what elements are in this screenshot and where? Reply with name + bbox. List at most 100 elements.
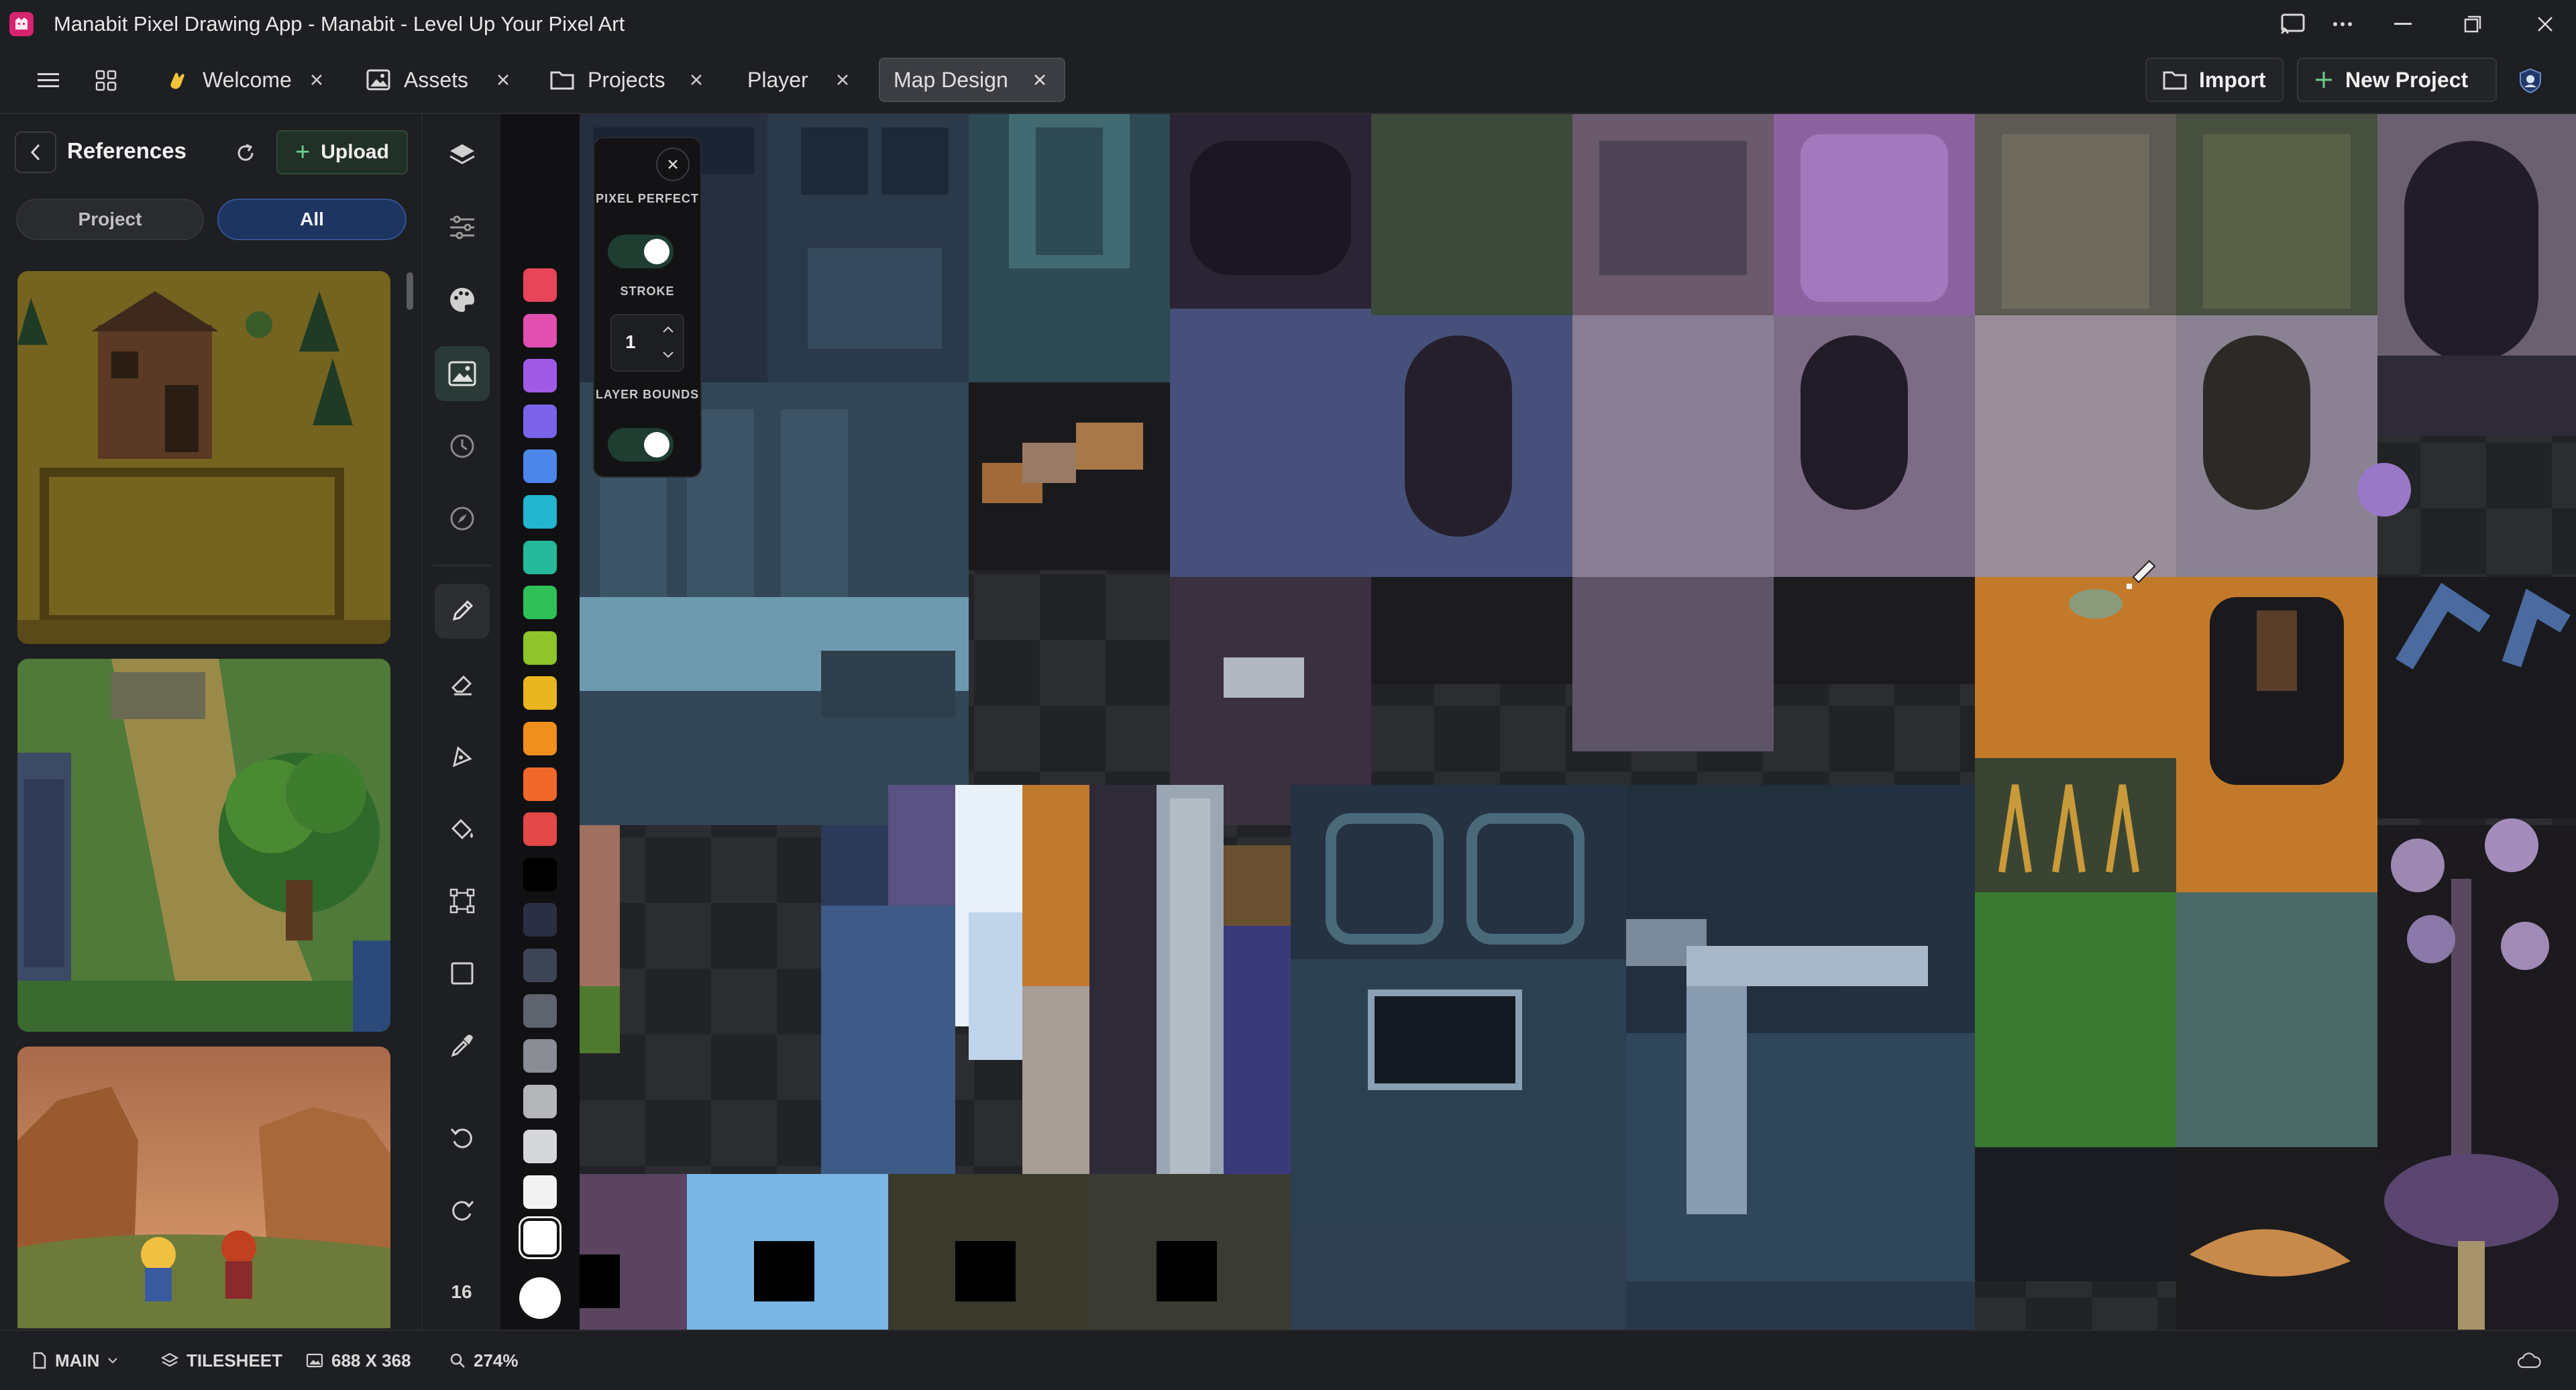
color-palette bbox=[500, 114, 580, 1330]
color-swatch[interactable] bbox=[523, 359, 557, 392]
close-icon[interactable] bbox=[686, 69, 707, 91]
color-swatch[interactable] bbox=[523, 495, 557, 529]
compass-icon[interactable] bbox=[435, 491, 490, 546]
tab-player[interactable]: Player bbox=[734, 58, 867, 102]
tab-assets[interactable]: Assets bbox=[352, 58, 527, 102]
close-icon[interactable] bbox=[306, 69, 327, 91]
close-icon[interactable] bbox=[2525, 8, 2565, 40]
restore-icon[interactable] bbox=[2453, 8, 2493, 40]
folder-icon bbox=[549, 66, 576, 93]
color-swatch[interactable] bbox=[523, 949, 557, 982]
wave-icon bbox=[164, 66, 191, 93]
adjustments-icon[interactable] bbox=[435, 200, 490, 255]
plus-icon: + bbox=[295, 138, 311, 166]
reference-image-canyon[interactable] bbox=[17, 1047, 390, 1328]
zoom-indicator[interactable]: 274% bbox=[449, 1346, 519, 1375]
tab-bar: Welcome Assets Projects Player Map Desig… bbox=[0, 48, 2576, 114]
color-swatch[interactable] bbox=[523, 1085, 557, 1118]
image-icon bbox=[365, 66, 392, 93]
layers-icon bbox=[161, 1352, 178, 1369]
pixel-perfect-toggle[interactable] bbox=[608, 235, 674, 268]
transform-icon[interactable] bbox=[435, 873, 490, 928]
redo-icon[interactable] bbox=[435, 1183, 490, 1238]
close-icon[interactable] bbox=[1029, 69, 1051, 91]
color-swatch[interactable] bbox=[523, 314, 557, 348]
color-swatch[interactable] bbox=[523, 268, 557, 302]
tab-welcome[interactable]: Welcome bbox=[150, 58, 341, 102]
close-icon[interactable] bbox=[492, 69, 514, 91]
layer-bounds-label: LAYER BOUNDS bbox=[595, 388, 700, 401]
layer-bounds-toggle[interactable] bbox=[608, 428, 674, 462]
fill-bucket-icon[interactable] bbox=[435, 801, 490, 856]
color-swatch[interactable] bbox=[523, 994, 557, 1028]
pencil-icon[interactable] bbox=[435, 584, 490, 639]
color-swatch[interactable] bbox=[523, 676, 557, 710]
color-swatch[interactable] bbox=[523, 903, 557, 937]
scrollbar[interactable] bbox=[407, 272, 413, 310]
color-swatch[interactable] bbox=[523, 1175, 557, 1209]
color-swatch[interactable] bbox=[523, 1130, 557, 1163]
tab-label: Map Design bbox=[894, 67, 1008, 92]
pen-tool-icon[interactable] bbox=[435, 729, 490, 784]
toggle-knob bbox=[644, 432, 669, 458]
import-button[interactable]: Import bbox=[2145, 58, 2284, 102]
color-swatch[interactable] bbox=[523, 541, 557, 574]
close-icon[interactable] bbox=[832, 69, 853, 91]
undo-icon[interactable] bbox=[435, 1111, 490, 1166]
color-swatch[interactable] bbox=[523, 858, 557, 892]
file-icon bbox=[32, 1352, 47, 1369]
new-project-button[interactable]: New Project bbox=[2297, 58, 2497, 102]
refresh-icon[interactable] bbox=[227, 134, 264, 172]
toggle-knob bbox=[644, 239, 669, 264]
palette-icon[interactable] bbox=[435, 272, 490, 327]
cloud-icon[interactable] bbox=[2517, 1346, 2541, 1375]
tab-label: Player bbox=[747, 67, 808, 92]
menu-icon[interactable] bbox=[27, 59, 70, 102]
upload-button[interactable]: + Upload bbox=[276, 130, 408, 174]
reference-image-forest-path[interactable] bbox=[17, 659, 390, 1032]
cast-icon[interactable] bbox=[2273, 8, 2313, 40]
color-swatch[interactable] bbox=[523, 767, 557, 801]
back-button[interactable] bbox=[15, 131, 56, 173]
manabit-logo-icon bbox=[9, 12, 34, 36]
tab-label: Welcome bbox=[203, 67, 292, 92]
history-icon[interactable] bbox=[435, 419, 490, 474]
rectangle-icon[interactable] bbox=[435, 946, 490, 1001]
color-swatch[interactable] bbox=[523, 449, 557, 483]
color-swatch[interactable] bbox=[523, 812, 557, 846]
user-avatar[interactable] bbox=[2509, 59, 2552, 102]
layers-icon[interactable] bbox=[435, 127, 490, 182]
eraser-icon[interactable] bbox=[435, 656, 490, 711]
color-swatch[interactable] bbox=[523, 1221, 557, 1254]
tab-map-design[interactable]: Map Design bbox=[879, 58, 1065, 102]
color-swatch[interactable] bbox=[523, 722, 557, 755]
color-swatch[interactable] bbox=[523, 586, 557, 619]
tilesheet-canvas[interactable] bbox=[580, 114, 2576, 1330]
minimize-icon[interactable] bbox=[2383, 8, 2423, 40]
import-label: Import bbox=[2199, 67, 2266, 92]
close-icon[interactable] bbox=[656, 148, 690, 181]
color-swatch[interactable] bbox=[523, 1039, 557, 1073]
filter-all-button[interactable]: All bbox=[217, 199, 407, 240]
tool-sidebar: 16 bbox=[423, 114, 502, 1330]
layer-selector[interactable]: MAIN bbox=[32, 1346, 118, 1375]
image-reference-icon[interactable] bbox=[435, 346, 490, 401]
color-swatch[interactable] bbox=[523, 405, 557, 438]
reference-image-village[interactable] bbox=[17, 271, 390, 644]
tab-projects[interactable]: Projects bbox=[535, 58, 720, 102]
chevron-up-icon[interactable] bbox=[655, 317, 682, 342]
more-icon[interactable] bbox=[2322, 8, 2363, 40]
current-color[interactable] bbox=[519, 1277, 561, 1319]
brush-size[interactable]: 16 bbox=[423, 1281, 500, 1303]
chevron-down-icon bbox=[107, 1357, 118, 1364]
color-swatch[interactable] bbox=[523, 631, 557, 665]
zoom-icon bbox=[449, 1352, 466, 1369]
stroke-value: 1 bbox=[625, 331, 636, 352]
filter-project-button[interactable]: Project bbox=[16, 199, 204, 240]
grid-icon[interactable] bbox=[85, 59, 127, 102]
chevron-down-icon[interactable] bbox=[655, 342, 682, 368]
stroke-stepper[interactable]: 1 bbox=[610, 314, 684, 372]
references-title: References bbox=[67, 138, 186, 163]
window-title: Manabit Pixel Drawing App - Manabit - Le… bbox=[54, 12, 625, 36]
eyedropper-icon[interactable] bbox=[435, 1018, 490, 1073]
